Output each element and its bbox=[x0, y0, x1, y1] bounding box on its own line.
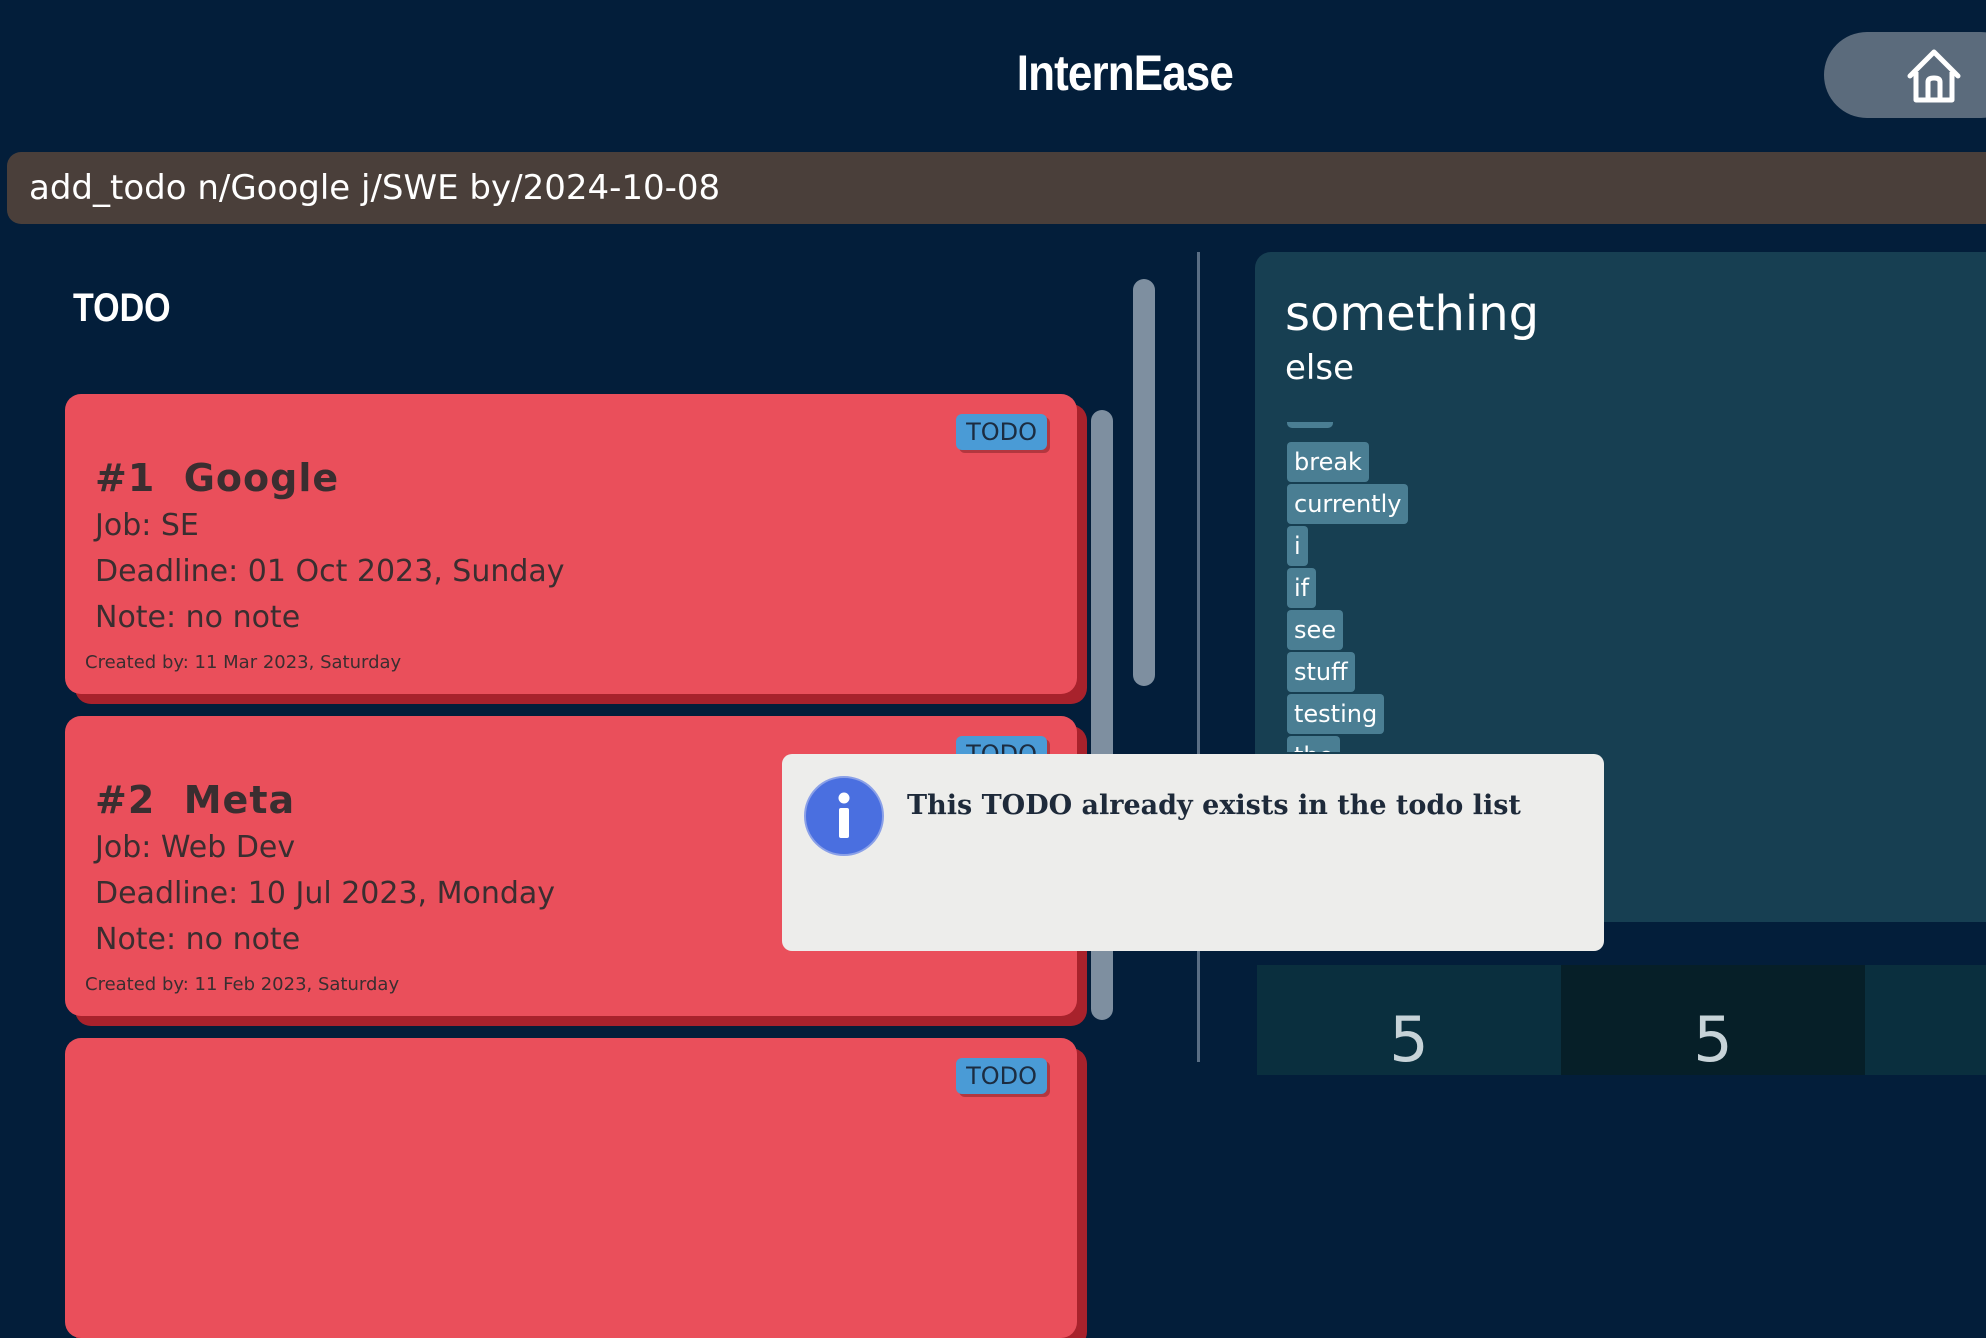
stat-cell-partial bbox=[1865, 965, 1986, 1075]
status-badge: TODO bbox=[956, 1058, 1047, 1094]
tag: the bbox=[1287, 736, 1341, 752]
home-button[interactable] bbox=[1824, 32, 1986, 118]
card-title: #2 Meta bbox=[95, 778, 296, 822]
card-created: Created by: 11 Mar 2023, Saturday bbox=[85, 652, 402, 673]
info-icon bbox=[804, 776, 884, 856]
tag: testing bbox=[1287, 694, 1385, 734]
stats-row: 5 5 bbox=[1257, 965, 1986, 1076]
tag: break bbox=[1287, 442, 1369, 482]
card-note: Note: no note bbox=[95, 922, 301, 957]
popup-message: This TODO already exists in the todo lis… bbox=[907, 790, 1521, 821]
todo-panel-title: TODO bbox=[73, 286, 171, 330]
command-input[interactable] bbox=[29, 152, 1929, 224]
app-title: InternEase bbox=[1016, 45, 1234, 101]
todo-card[interactable]: TODO bbox=[65, 1038, 1077, 1338]
detail-title: something bbox=[1285, 286, 1540, 342]
tag: i bbox=[1287, 526, 1308, 566]
card-deadline: Deadline: 10 Jul 2023, Monday bbox=[95, 876, 556, 911]
stat-count: 5 bbox=[1257, 965, 1561, 1076]
card-job: Job: Web Dev bbox=[95, 830, 296, 865]
home-icon bbox=[1907, 49, 1961, 103]
card-title: #1 Google bbox=[95, 456, 340, 500]
tag-list: break currently i if see stuff testing t… bbox=[1287, 422, 1687, 752]
tag: stuff bbox=[1287, 652, 1355, 692]
stat-count: 5 bbox=[1561, 965, 1865, 1076]
notification-popup: This TODO already exists in the todo lis… bbox=[782, 754, 1604, 951]
card-note: Note: no note bbox=[95, 600, 301, 635]
card-job: Job: SE bbox=[95, 508, 199, 543]
command-box[interactable] bbox=[7, 152, 1986, 224]
tag: if bbox=[1287, 568, 1317, 608]
todo-card[interactable]: TODO #1 Google Job: SE Deadline: 01 Oct … bbox=[65, 394, 1077, 694]
card-created: Created by: 11 Feb 2023, Saturday bbox=[85, 974, 400, 995]
card-deadline: Deadline: 01 Oct 2023, Sunday bbox=[95, 554, 565, 589]
detail-subtitle: else bbox=[1285, 348, 1354, 388]
panel-scrollbar[interactable] bbox=[1133, 279, 1155, 686]
tag-partial bbox=[1287, 422, 1333, 428]
tag: currently bbox=[1287, 484, 1409, 524]
tag: see bbox=[1287, 610, 1344, 650]
status-badge: TODO bbox=[956, 414, 1047, 450]
